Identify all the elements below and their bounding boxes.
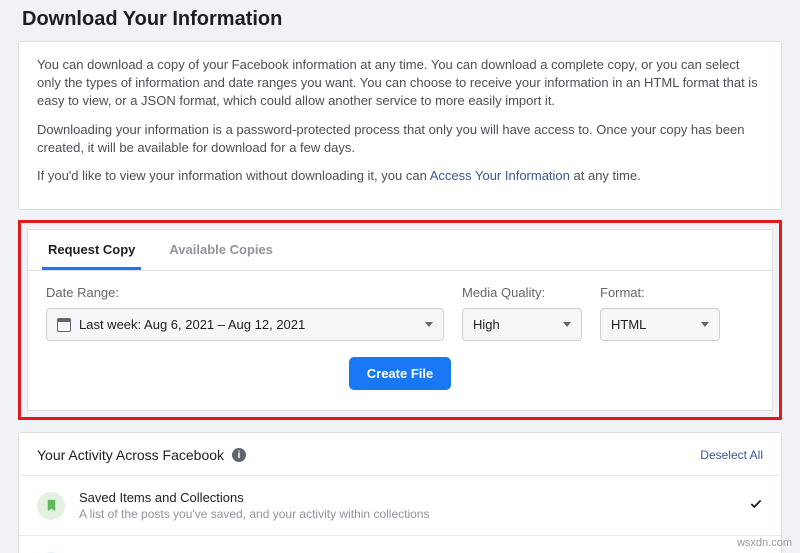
date-range-value: Last week: Aug 6, 2021 – Aug 12, 2021 (79, 317, 305, 332)
format-label: Format: (600, 285, 720, 300)
media-quality-label: Media Quality: (462, 285, 582, 300)
filters-row: Date Range: Last week: Aug 6, 2021 – Aug… (28, 271, 772, 357)
tab-request-copy[interactable]: Request Copy (42, 230, 141, 270)
chevron-down-icon (563, 322, 571, 327)
info-icon[interactable]: i (232, 448, 246, 462)
create-file-button[interactable]: Create File (349, 357, 451, 390)
tabs: Request Copy Available Copies (28, 230, 772, 271)
format-dropdown[interactable]: HTML (600, 308, 720, 341)
calendar-icon (57, 318, 71, 332)
intro-card: You can download a copy of your Facebook… (18, 41, 782, 210)
request-section-highlight: Request Copy Available Copies Date Range… (18, 220, 782, 420)
intro-paragraph-2: Downloading your information is a passwo… (37, 121, 763, 157)
format-field: Format: HTML (600, 285, 720, 341)
watermark: wsxdn.com (737, 537, 792, 549)
page-title: Download Your Information (0, 0, 800, 41)
activity-item-saved[interactable]: Saved Items and Collections A list of th… (19, 475, 781, 535)
intro-paragraph-3: If you'd like to view your information w… (37, 167, 763, 185)
intro-paragraph-1: You can download a copy of your Facebook… (37, 56, 763, 111)
chevron-down-icon (701, 322, 709, 327)
date-range-field: Date Range: Last week: Aug 6, 2021 – Aug… (46, 285, 444, 341)
check-icon (749, 497, 763, 514)
date-range-label: Date Range: (46, 285, 444, 300)
intro-p3-suffix: at any time. (570, 168, 641, 183)
tab-available-copies[interactable]: Available Copies (163, 230, 279, 270)
media-quality-field: Media Quality: High (462, 285, 582, 341)
request-card: Request Copy Available Copies Date Range… (27, 229, 773, 411)
access-your-information-link[interactable]: Access Your Information (430, 168, 570, 183)
deselect-all-link[interactable]: Deselect All (700, 448, 763, 462)
bookmark-icon (37, 492, 65, 520)
activity-item-title: Saved Items and Collections (79, 490, 429, 505)
activity-item-messages[interactable]: Messages Messages you've exchanged with … (19, 535, 781, 553)
activity-item-desc: A list of the posts you've saved, and yo… (79, 507, 429, 521)
activity-card: Your Activity Across Facebook i Deselect… (18, 432, 782, 553)
chevron-down-icon (425, 322, 433, 327)
intro-p3-prefix: If you'd like to view your information w… (37, 168, 430, 183)
date-range-dropdown[interactable]: Last week: Aug 6, 2021 – Aug 12, 2021 (46, 308, 444, 341)
activity-title: Your Activity Across Facebook (37, 447, 224, 463)
media-quality-value: High (473, 317, 500, 332)
media-quality-dropdown[interactable]: High (462, 308, 582, 341)
format-value: HTML (611, 317, 646, 332)
